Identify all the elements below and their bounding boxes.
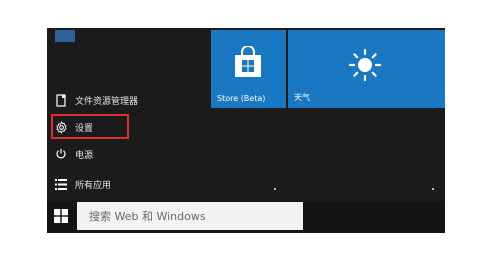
user-avatar[interactable] [55,30,75,42]
file-explorer-icon [51,93,71,107]
list-icon [51,178,71,190]
tile-store-label: Store (Beta) [217,94,266,103]
tile-store[interactable]: Store (Beta) [211,30,286,108]
settings-highlight-box [51,114,129,139]
start-item-all-apps[interactable]: 所有应用 [47,172,197,196]
search-input[interactable] [87,208,301,224]
tile-weather-label: 天气 [294,93,310,102]
resize-dot [274,188,276,190]
sun-icon [348,48,382,86]
start-item-power[interactable]: 电源 [47,142,197,166]
tile-weather[interactable]: 天气 [288,30,445,108]
taskbar [47,201,445,233]
start-button[interactable] [47,201,75,233]
start-item-label: 所有应用 [75,180,112,191]
start-item-label: 电源 [75,150,94,161]
windows-logo-icon [54,208,68,227]
search-box[interactable] [77,202,303,230]
resize-dot [432,188,434,190]
start-item-file-explorer[interactable]: 文件资源管理器 [47,88,197,112]
shopping-bag-icon [233,45,263,82]
start-item-label: 文件资源管理器 [75,96,139,107]
power-icon [51,148,71,160]
